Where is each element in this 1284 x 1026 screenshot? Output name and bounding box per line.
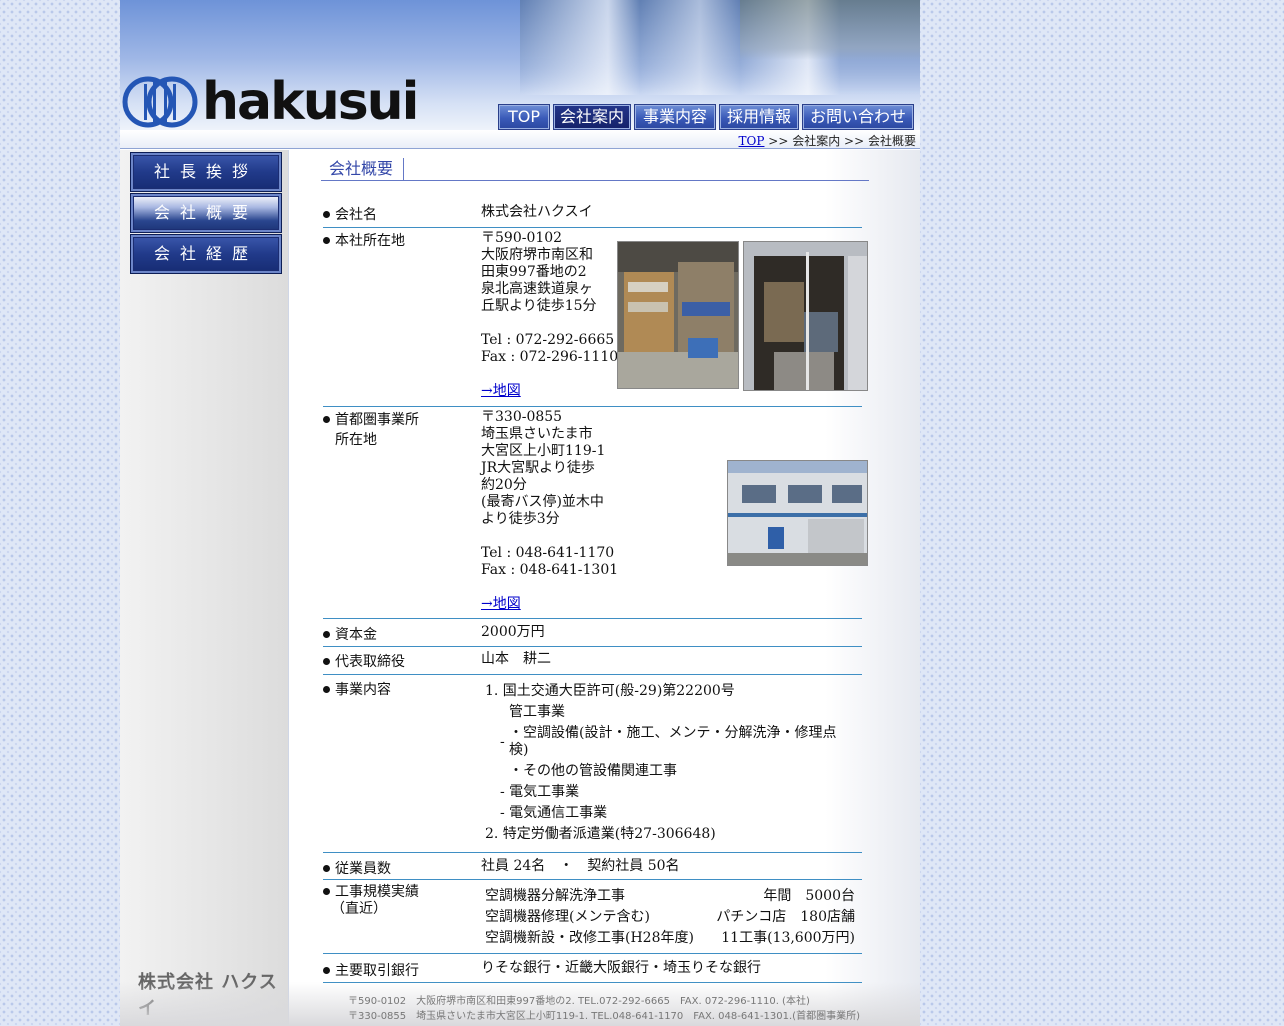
bullet-icon: [323, 631, 330, 638]
nav-business-button[interactable]: 事業内容: [634, 104, 716, 130]
row-label: 代表取締役: [323, 651, 473, 671]
profile-row-head-office: 本社所在地 〒590-0102 大阪府堺市南区和 田東997番地の2 泉北高速鉄…: [323, 228, 868, 407]
row-value: 株式会社ハクスイ: [481, 204, 593, 220]
profile-row-capital: 資本金 2000万円: [323, 619, 862, 647]
row-value: 山本 耕二: [481, 651, 551, 667]
profile-row-business: 事業内容 1. 国土交通大臣許可(般-29)第22200号 管工事業 - ・空調…: [323, 675, 862, 853]
bullet-icon: [323, 211, 330, 218]
breadcrumb-separator: >>: [840, 134, 868, 148]
address-line: より徒歩3分: [481, 511, 560, 527]
bullet-icon: [323, 658, 330, 665]
warehouse-photo-1: [617, 241, 739, 389]
bullet-icon: [323, 865, 330, 872]
breadcrumb-bar: TOP >> 会社案内 >> 会社概要: [120, 130, 920, 149]
address-line: (最寄バス停)並木中: [481, 494, 604, 510]
row-label: 首都圏事業所 所在地: [323, 409, 473, 449]
business-item: 2. 特定労働者派遣業(特27-306648): [485, 826, 716, 842]
page-title: 会社概要: [321, 158, 405, 180]
row-label: 本社所在地: [323, 230, 473, 250]
bullet-icon: [323, 416, 330, 423]
result-row: 空調機器修理(メンテ含む) パチンコ店 180店舗: [485, 909, 855, 925]
business-sub-item: - 電気通信工事業: [500, 805, 608, 821]
row-value: 〒590-0102 大阪府堺市南区和 田東997番地の2 泉北高速鉄道泉ヶ 丘駅…: [481, 230, 618, 400]
row-label: 主要取引銀行: [323, 960, 473, 980]
row-value: りそな銀行・近畿大阪銀行・埼玉りそな銀行: [481, 960, 761, 976]
row-value: 2000万円: [481, 624, 545, 640]
office-building-photo: [727, 460, 868, 566]
row-label: 会社名: [323, 204, 473, 224]
tel: Tel : 072-292-6665: [481, 332, 615, 348]
address-line: 埼玉県さいたま市: [481, 426, 593, 442]
logo-mark-icon: [122, 76, 198, 128]
sidebar: 社長挨拶 会社概要 会社経歴 株式会社 ハクスイ: [120, 150, 289, 1026]
address-line: 約20分: [481, 477, 527, 493]
business-subtitle: 管工事業: [509, 704, 565, 720]
profile-row-results: 工事規模実績 （直近） 空調機器分解洗浄工事 年間 5000台 空調機器修理(メンテ…: [323, 880, 862, 954]
nav-contact-button[interactable]: お問い合わせ: [802, 104, 914, 130]
row-label: 従業員数: [323, 858, 473, 878]
section-title: 会社概要: [321, 158, 869, 181]
tokyo-office-map-link[interactable]: →地図: [481, 596, 521, 612]
address-line: JR大宮駅より徒歩: [481, 460, 595, 476]
fax: Fax : 072-296-1110: [481, 349, 619, 365]
breadcrumb-current: 会社概要: [867, 134, 916, 148]
address-line: 丘駅より徒歩15分: [481, 298, 597, 314]
address-line: 〒330-0855: [481, 409, 563, 425]
main-content: 会社概要 会社名 株式会社ハクスイ 本社所在地 〒590-0102 大阪府堺市南…: [289, 150, 920, 1026]
warehouse-photo-2: [743, 241, 868, 391]
page: hakusui TOP 会社案内 事業内容 採用情報 お問い合わせ TOP >>…: [120, 0, 920, 1026]
row-label: 工事規模実績 （直近）: [323, 884, 473, 918]
address-line: 田東997番地の2: [481, 264, 587, 280]
business-sub-item: - 電気工事業: [500, 784, 580, 800]
sidebar-item-greeting[interactable]: 社長挨拶: [130, 152, 282, 192]
business-item: 1. 国土交通大臣許可(般-29)第22200号: [485, 683, 735, 699]
fax: Fax : 048-641-1301: [481, 562, 619, 578]
row-value: 社員 24名 ・ 契約社員 50名: [481, 858, 680, 874]
profile-row-banks: 主要取引銀行 りそな銀行・近畿大阪銀行・埼玉りそな銀行: [323, 954, 862, 983]
breadcrumb-company: 会社案内: [792, 134, 841, 148]
sidebar-item-history[interactable]: 会社経歴: [130, 234, 282, 274]
profile-row-tokyo-office: 首都圏事業所 所在地 〒330-0855 埼玉県さいたま市 大宮区上小町119-1…: [323, 407, 868, 619]
breadcrumb-separator: >>: [764, 134, 793, 148]
profile-row-employees: 従業員数 社員 24名 ・ 契約社員 50名: [323, 853, 862, 880]
waterfall-rocks: [740, 0, 920, 60]
bullet-icon: [323, 237, 330, 244]
global-nav: TOP 会社案内 事業内容 採用情報 お問い合わせ: [498, 104, 914, 130]
footer-address-head-office: 〒590-0102 大阪府堺市南区和田東997番地の2. TEL.072-292…: [348, 996, 810, 1007]
profile-row-company-name: 会社名 株式会社ハクスイ: [323, 202, 862, 228]
row-value: 1. 国土交通大臣許可(般-29)第22200号 管工事業 - ・空調設備(設計…: [485, 681, 863, 845]
logo-text: hakusui: [202, 72, 420, 130]
nav-company-button[interactable]: 会社案内: [553, 104, 631, 130]
row-label: 事業内容: [323, 679, 473, 699]
row-value: 〒330-0855 埼玉県さいたま市 大宮区上小町119-1 JR大宮駅より徒歩…: [481, 409, 618, 613]
breadcrumb-top-link[interactable]: TOP: [739, 134, 765, 148]
sidebar-item-overview[interactable]: 会社概要: [130, 193, 282, 233]
address-line: 大宮区上小町119-1: [481, 443, 606, 459]
profile-row-representative: 代表取締役 山本 耕二: [323, 647, 862, 675]
nav-recruit-button[interactable]: 採用情報: [719, 104, 799, 130]
address-line: 大阪府堺市南区和: [481, 247, 593, 263]
address-line: 〒590-0102: [481, 230, 563, 246]
tel: Tel : 048-641-1170: [481, 545, 615, 561]
header: hakusui TOP 会社案内 事業内容 採用情報 お問い合わせ: [120, 0, 920, 130]
bullet-icon: [323, 967, 330, 974]
address-line: 泉北高速鉄道泉ヶ: [481, 281, 593, 297]
bullet-icon: [323, 686, 330, 693]
result-row: 空調機器分解洗浄工事 年間 5000台: [485, 888, 855, 904]
nav-top-button[interactable]: TOP: [498, 104, 550, 130]
row-label: 資本金: [323, 624, 473, 644]
result-row: 空調機新設・改修工事(H28年度) 11工事(13,600万円): [485, 930, 855, 946]
head-office-map-link[interactable]: →地図: [481, 383, 521, 399]
breadcrumb: TOP >> 会社案内 >> 会社概要: [739, 132, 916, 149]
business-sub-item: ・その他の管設備関連工事: [509, 763, 677, 779]
row-value: 空調機器分解洗浄工事 年間 5000台 空調機器修理(メンテ含む) パチンコ店 18…: [485, 886, 855, 949]
logo[interactable]: hakusui: [122, 74, 420, 130]
business-sub-item: - ・空調設備(設計・施工、メンテ・分解洗浄・修理点 検): [500, 725, 837, 758]
footer: 〒590-0102 大阪府堺市南区和田東997番地の2. TEL.072-292…: [348, 994, 860, 1024]
footer-address-tokyo-office: 〒330-0855 埼玉県さいたま市大宮区上小町119-1. TEL.048-6…: [348, 1011, 860, 1022]
bullet-icon: [323, 888, 330, 895]
